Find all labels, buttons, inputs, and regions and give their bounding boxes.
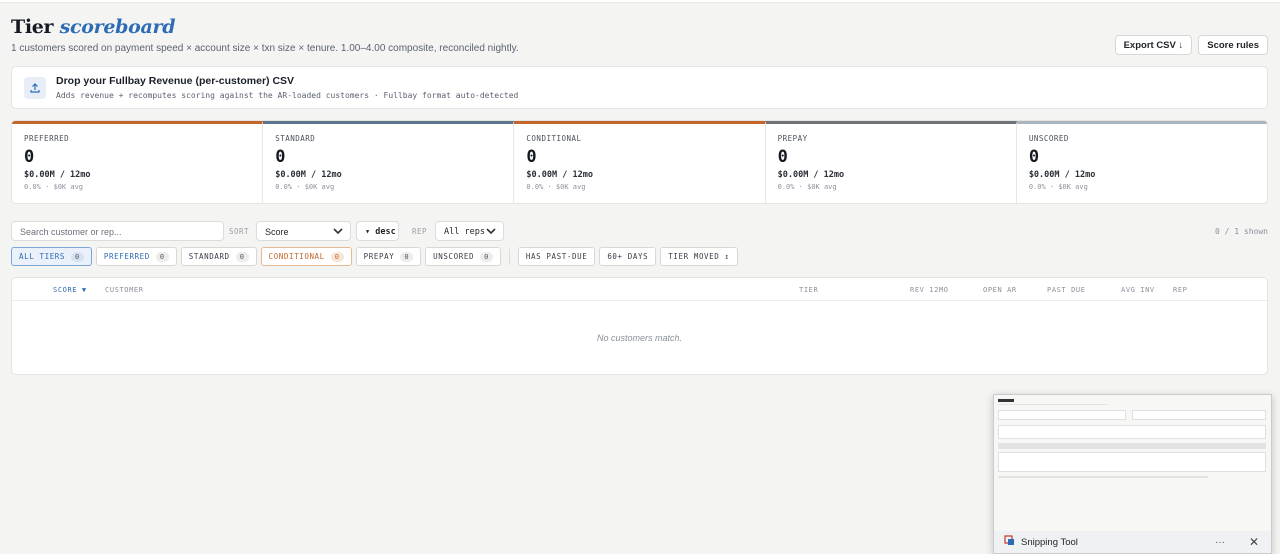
chip-count: 0 (330, 251, 344, 262)
tier-count: 0 (24, 147, 35, 167)
tier-average: 0.0% · $0K avg (777, 183, 837, 191)
empty-state: No customers match. (596, 333, 683, 343)
sort-select[interactable]: Score (256, 221, 351, 241)
column-past-due[interactable]: PAST DUE (1047, 286, 1086, 294)
page-subtitle: 1 customers scored on payment speed × ac… (11, 43, 519, 54)
tier-average: 0.0% · $0K avg (526, 183, 586, 191)
chip-tier-moved[interactable]: TIER MOVED ↕ (660, 247, 738, 266)
tier-revenue: $0.00M / 12mo (526, 170, 593, 180)
result-count: 0 / 1 shown (1215, 227, 1268, 236)
tier-count: 0 (275, 147, 286, 167)
table-header: SCORE ▼ CUSTOMER TIER REV 12MO OPEN AR P… (12, 278, 1267, 301)
tier-name: STANDARD (275, 134, 316, 143)
chip-count: 0 (480, 251, 493, 262)
score-rules-button[interactable]: Score rules (1198, 35, 1268, 55)
snipping-tool-bar: Snipping Tool ··· ✕ (994, 531, 1271, 553)
chip-standard[interactable]: STANDARD 0 (180, 247, 257, 266)
customer-table: SCORE ▼ CUSTOMER TIER REV 12MO OPEN AR P… (11, 277, 1268, 375)
tier-average: 0.0% · $0K avg (24, 183, 84, 191)
screenshot-thumbnail[interactable] (994, 395, 1271, 533)
dropzone-title: Drop your Fullbay Revenue (per-customer)… (56, 75, 295, 87)
column-rev-12mo[interactable]: REV 12MO (910, 286, 949, 294)
tier-card-preferred[interactable]: PREFERRED 0 $0.00M / 12mo 0.0% · $0K avg (12, 121, 264, 203)
column-customer[interactable]: CUSTOMER (105, 286, 144, 294)
chip-unscored[interactable]: UNSCORED 0 (425, 247, 501, 266)
chip-preferred[interactable]: PREFERRED 0 (95, 247, 177, 266)
column-avg-inv[interactable]: AVG INV (1121, 286, 1155, 294)
column-open-ar[interactable]: OPEN AR (983, 286, 1017, 294)
chip-count: 0 (155, 251, 169, 262)
chip-divider (508, 248, 510, 265)
chip-count: 0 (400, 251, 414, 262)
snipping-tool-icon (1004, 533, 1015, 551)
chip-label: ALL TIERS (19, 252, 66, 261)
tier-revenue: $0.00M / 12mo (777, 170, 845, 180)
dropzone-description: Adds revenue + recomputes scoring agains… (56, 91, 519, 100)
csv-dropzone[interactable]: Drop your Fullbay Revenue (per-customer)… (11, 66, 1268, 109)
export-csv-button[interactable]: Export CSV ↓ (1114, 35, 1193, 55)
tier-card-prepay[interactable]: PREPAY 0 $0.00M / 12mo 0.0% · $0K avg (765, 121, 1017, 203)
tier-average: 0.0% · $0K avg (1028, 183, 1088, 191)
column-tier[interactable]: TIER (799, 286, 818, 294)
page-title: Tier scoreboard (11, 16, 1268, 38)
chip-count: 0 (71, 251, 84, 262)
chip-prepay[interactable]: PREPAY 0 (355, 247, 422, 266)
chip-label: CONDITIONAL (268, 252, 325, 261)
rep-label: REP (412, 227, 428, 236)
snipping-tool-notification[interactable]: Snipping Tool ··· ✕ (993, 394, 1272, 554)
sort-value: Score (265, 227, 289, 237)
rep-select[interactable]: All reps (435, 221, 504, 241)
tier-summary: PREFERRED 0 $0.00M / 12mo 0.0% · $0K avg… (11, 120, 1268, 204)
tier-revenue: $0.00M / 12mo (1028, 170, 1096, 180)
tier-count: 0 (1028, 147, 1040, 167)
tier-count: 0 (526, 147, 537, 167)
chip-all-tiers[interactable]: ALL TIERS 0 (11, 247, 92, 266)
sort-order-toggle[interactable]: ▾ desc (356, 221, 399, 241)
header-actions: Export CSV ↓ Score rules (1114, 35, 1268, 55)
chip-conditional[interactable]: CONDITIONAL 0 (260, 247, 352, 266)
rep-value: All reps (444, 227, 485, 237)
title-plain: Tier (11, 16, 54, 38)
tier-card-conditional[interactable]: CONDITIONAL 0 $0.00M / 12mo 0.0% · $0K a… (514, 121, 766, 203)
search-input[interactable]: Search customer or rep... (11, 221, 224, 241)
page-header: Tier scoreboard 1 customers scored on pa… (11, 16, 1268, 55)
top-edge (0, 0, 1280, 3)
more-options-icon[interactable]: ··· (1215, 537, 1225, 548)
sort-label: SORT (229, 227, 250, 236)
chip-count: 0 (235, 251, 249, 262)
tier-average: 0.0% · $0K avg (275, 183, 335, 191)
chip-label: PREFERRED (103, 252, 150, 261)
filter-bar: Search customer or rep... SORT Score ▾ d… (11, 221, 1268, 241)
chip-has-past-due[interactable]: HAS PAST-DUE (517, 247, 596, 266)
tier-name: CONDITIONAL (526, 134, 582, 143)
column-rep[interactable]: REP (1173, 286, 1187, 294)
tier-name: PREFERRED (24, 134, 70, 143)
column-score[interactable]: SCORE ▼ (53, 286, 87, 294)
tier-count: 0 (777, 147, 788, 167)
chip-60-days[interactable]: 60+ DAYS (599, 247, 657, 266)
snipping-tool-title: Snipping Tool (1021, 536, 1078, 548)
chip-label: UNSCORED (433, 252, 475, 261)
tier-revenue: $0.00M / 12mo (24, 170, 91, 180)
chevron-down-icon (485, 225, 497, 240)
tier-filter-chips: ALL TIERS 0 PREFERRED 0 STANDARD 0 CONDI… (11, 247, 738, 266)
tier-card-standard[interactable]: STANDARD 0 $0.00M / 12mo 0.0% · $0K avg (263, 121, 515, 203)
close-icon[interactable]: ✕ (1249, 535, 1259, 549)
chevron-down-icon (332, 225, 344, 239)
upload-icon (24, 77, 46, 99)
tier-revenue: $0.00M / 12mo (275, 170, 342, 180)
tier-card-unscored[interactable]: UNSCORED 0 $0.00M / 12mo 0.0% · $0K avg (1016, 121, 1267, 203)
tier-name: UNSCORED (1028, 134, 1069, 143)
chip-label: PREPAY (363, 252, 395, 261)
chip-label: STANDARD (188, 252, 230, 261)
title-accent: scoreboard (59, 16, 176, 38)
tier-name: PREPAY (777, 134, 808, 143)
